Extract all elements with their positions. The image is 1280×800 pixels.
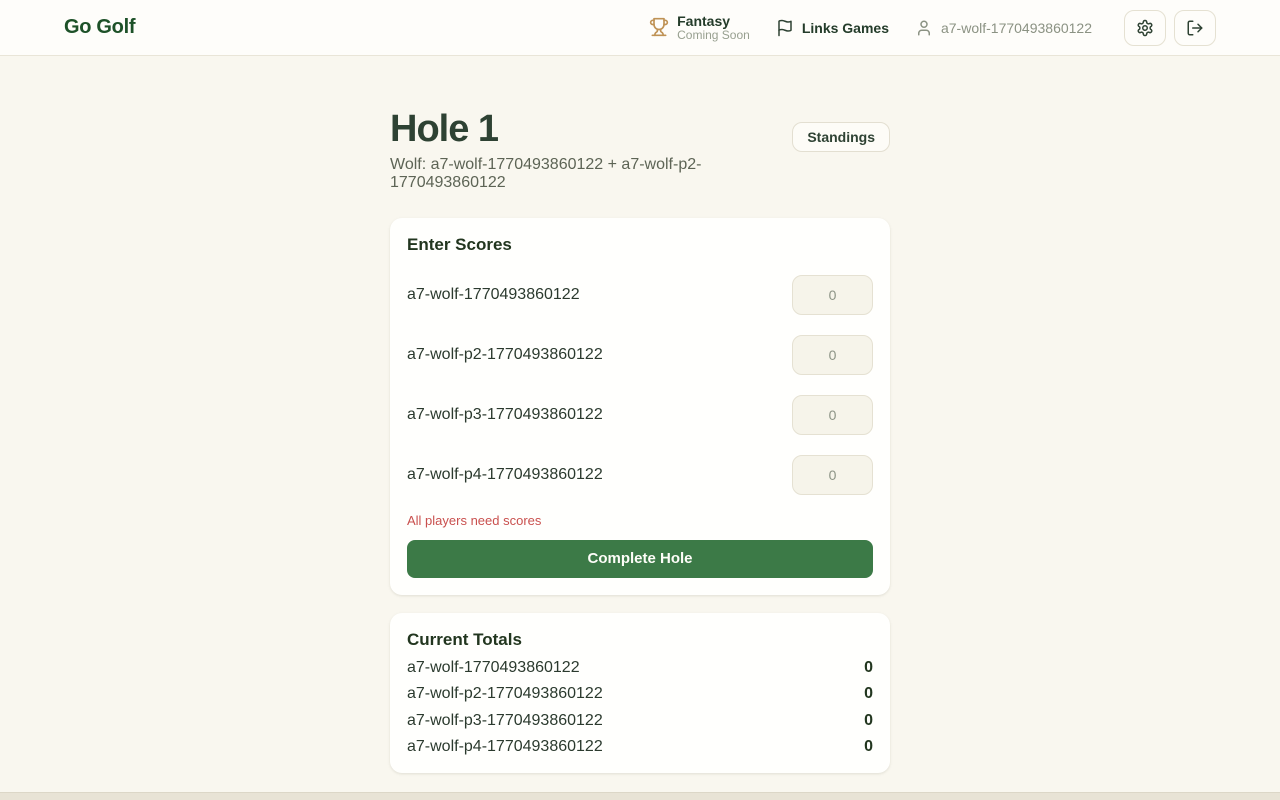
totals-player-name: a7-wolf-1770493860122 bbox=[407, 659, 580, 677]
footer-strip bbox=[0, 792, 1280, 800]
logout-icon bbox=[1186, 19, 1204, 37]
current-totals-card: Current Totals a7-wolf-1770493860122 0 a… bbox=[390, 613, 890, 773]
score-row: a7-wolf-p2-1770493860122 bbox=[407, 335, 873, 375]
fantasy-sublabel: Coming Soon bbox=[677, 29, 750, 43]
totals-player-value: 0 bbox=[864, 738, 873, 756]
fantasy-label: Fantasy bbox=[677, 13, 750, 29]
username-text: a7-wolf-1770493860122 bbox=[941, 20, 1092, 36]
app-logo[interactable]: Go Golf bbox=[64, 16, 135, 39]
gear-icon bbox=[1136, 19, 1154, 37]
user-icon bbox=[915, 19, 933, 37]
standings-button[interactable]: Standings bbox=[792, 122, 890, 152]
score-row: a7-wolf-p3-1770493860122 bbox=[407, 395, 873, 435]
validation-error: All players need scores bbox=[407, 513, 873, 528]
player-name: a7-wolf-p3-1770493860122 bbox=[407, 406, 603, 424]
player-name: a7-wolf-p4-1770493860122 bbox=[407, 466, 603, 484]
totals-row: a7-wolf-1770493860122 0 bbox=[407, 659, 873, 677]
score-input-player-4[interactable] bbox=[792, 455, 873, 495]
player-name: a7-wolf-p2-1770493860122 bbox=[407, 346, 603, 364]
totals-player-value: 0 bbox=[864, 712, 873, 730]
nav-item-fantasy[interactable]: Fantasy Coming Soon bbox=[649, 13, 750, 43]
totals-row: a7-wolf-p2-1770493860122 0 bbox=[407, 685, 873, 703]
flag-icon bbox=[776, 19, 794, 37]
links-games-label: Links Games bbox=[802, 20, 889, 36]
score-input-player-3[interactable] bbox=[792, 395, 873, 435]
logout-button[interactable] bbox=[1174, 10, 1216, 46]
main-content: Hole 1 Wolf: a7-wolf-1770493860122 + a7-… bbox=[390, 56, 890, 773]
title-row: Hole 1 Wolf: a7-wolf-1770493860122 + a7-… bbox=[390, 108, 890, 192]
totals-player-value: 0 bbox=[864, 685, 873, 703]
totals-player-name: a7-wolf-p3-1770493860122 bbox=[407, 712, 603, 730]
score-row: a7-wolf-1770493860122 bbox=[407, 275, 873, 315]
user-info: a7-wolf-1770493860122 bbox=[915, 19, 1092, 37]
totals-player-value: 0 bbox=[864, 659, 873, 677]
score-input-player-1[interactable] bbox=[792, 275, 873, 315]
score-row: a7-wolf-p4-1770493860122 bbox=[407, 455, 873, 495]
totals-player-name: a7-wolf-p2-1770493860122 bbox=[407, 685, 603, 703]
trophy-icon bbox=[649, 17, 669, 37]
settings-button[interactable] bbox=[1124, 10, 1166, 46]
complete-hole-button[interactable]: Complete Hole bbox=[407, 540, 873, 578]
page-subtitle: Wolf: a7-wolf-1770493860122 + a7-wolf-p2… bbox=[390, 156, 792, 192]
totals-player-name: a7-wolf-p4-1770493860122 bbox=[407, 738, 603, 756]
enter-scores-card: Enter Scores a7-wolf-1770493860122 a7-wo… bbox=[390, 218, 890, 595]
score-input-player-2[interactable] bbox=[792, 335, 873, 375]
nav-item-links-games[interactable]: Links Games bbox=[776, 19, 889, 37]
current-totals-heading: Current Totals bbox=[407, 630, 873, 650]
app-header: Go Golf Fantasy Coming Soon bbox=[0, 0, 1280, 56]
page-title: Hole 1 bbox=[390, 108, 792, 152]
enter-scores-heading: Enter Scores bbox=[407, 235, 873, 255]
player-name: a7-wolf-1770493860122 bbox=[407, 286, 580, 304]
header-buttons bbox=[1124, 10, 1216, 46]
header-nav: Fantasy Coming Soon Links Games a7-wolf-… bbox=[649, 10, 1216, 46]
totals-row: a7-wolf-p3-1770493860122 0 bbox=[407, 712, 873, 730]
totals-row: a7-wolf-p4-1770493860122 0 bbox=[407, 738, 873, 756]
title-block: Hole 1 Wolf: a7-wolf-1770493860122 + a7-… bbox=[390, 108, 792, 192]
